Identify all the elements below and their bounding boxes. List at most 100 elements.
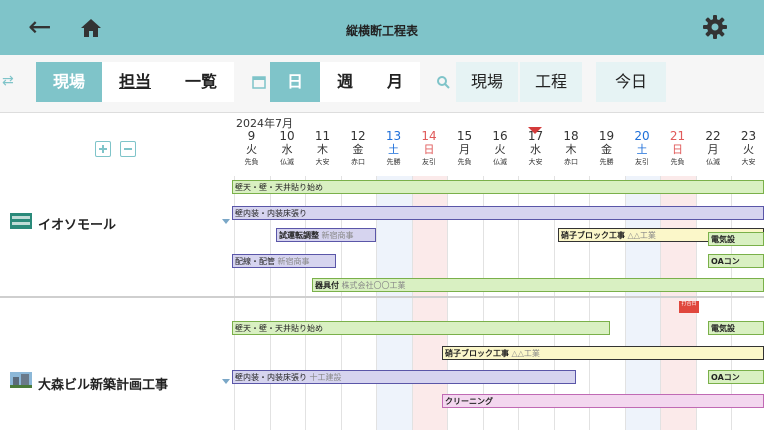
tab-period-week[interactable]: 週 (320, 62, 370, 102)
day-number: 9 (247, 129, 256, 143)
task-company: 新宿商事 (277, 257, 310, 266)
calendar-day[interactable]: 20 土友引 (631, 129, 654, 167)
task-title: 硝子ブロック工事 (561, 231, 625, 240)
button-label: 今日 (614, 72, 647, 91)
task-label: 壁天・壁・天井貼り始め (235, 324, 323, 333)
calendar-day[interactable]: 16 火仏滅 (489, 129, 512, 167)
day-number: 22 (705, 129, 721, 143)
task-bar[interactable]: 電気設 (708, 232, 764, 246)
task-title: 器具付 (315, 281, 339, 290)
task-title: 電気設 (711, 324, 735, 333)
calendar-day[interactable]: 12 金赤口 (347, 129, 370, 167)
task-bar[interactable]: クリーニング (442, 394, 764, 408)
day-number: 18 (563, 129, 579, 143)
day-weekday: 土 (636, 143, 648, 156)
project-divider (0, 296, 764, 298)
expand-collapse-controls (95, 141, 140, 161)
task-label: 壁内装・内装床張り (235, 373, 307, 382)
search-process-button[interactable]: 工程 (520, 62, 582, 102)
day-weekday: 月 (707, 143, 719, 156)
project-name: イオソモール (38, 218, 117, 233)
task-bar[interactable]: 配線・配管 新宿商事 (232, 254, 336, 268)
calendar-day[interactable]: 19 金先勝 (595, 129, 618, 167)
task-title: 電気設 (711, 235, 735, 244)
task-label: 壁天・壁・天井貼り始め (235, 183, 323, 192)
expand-all-icon[interactable] (95, 141, 111, 157)
schedule-grid: 壁天・壁・天井貼り始め 壁内装・内装床張り 試運転調整 新宿商事 硝子ブロック工… (232, 176, 764, 430)
day-weekday: 木 (317, 143, 328, 156)
toolbar: ⇄ 現場 担当 一覧 日 週 月 現場 工程 今日 (0, 55, 764, 113)
project-list: イオソモール 大森ビル新築計画工事 (0, 113, 232, 430)
day-rokuyo: 先勝 (386, 158, 401, 166)
tab-label: 一覧 (184, 72, 217, 91)
task-bar[interactable]: 硝子ブロック工事 △△工業 (442, 346, 764, 360)
task-title: OAコン (711, 373, 740, 382)
tab-label: 担当 (118, 72, 151, 91)
tab-group-person[interactable]: 担当 (102, 62, 168, 102)
today-button[interactable]: 今日 (596, 62, 666, 102)
calendar-day[interactable]: 21 日先負 (666, 129, 689, 167)
task-bar[interactable]: 壁内装・内装床張り 十工建設 (232, 370, 576, 384)
tab-group-site[interactable]: 現場 (36, 62, 102, 102)
day-weekday: 火 (743, 143, 754, 156)
task-company: 株式会社〇〇工業 (341, 281, 406, 290)
calendar-day[interactable]: 10 水仏滅 (276, 129, 299, 167)
task-label: 配線・配管 (235, 257, 275, 266)
day-number: 23 (740, 129, 757, 143)
day-rokuyo: 先負 (670, 158, 685, 166)
tab-period-day[interactable]: 日 (270, 62, 320, 102)
calendar-day[interactable]: 17 水大安 (524, 129, 547, 167)
day-number: 16 (492, 129, 508, 143)
calendar-icon (252, 76, 266, 89)
day-weekday: 日 (672, 143, 683, 156)
day-rokuyo: 先負 (457, 158, 472, 166)
task-bar[interactable]: 壁内装・内装床張り (232, 206, 764, 220)
button-label: 現場 (470, 72, 503, 91)
task-bar[interactable]: 試運転調整 新宿商事 (276, 228, 376, 242)
calendar-day[interactable]: 9 火先負 (240, 129, 263, 167)
calendar-day[interactable]: 23 火大安 (737, 129, 760, 167)
day-rokuyo: 大安 (528, 158, 543, 166)
day-number: 20 (634, 129, 650, 143)
tab-period-month[interactable]: 月 (370, 62, 420, 102)
calendar-day[interactable]: 14 日友引 (418, 129, 441, 167)
marker-label: 打合日 (681, 301, 697, 307)
chevron-down-icon[interactable] (222, 379, 230, 384)
day-rokuyo: 先勝 (599, 158, 614, 166)
tab-label: 月 (386, 72, 403, 91)
meeting-marker[interactable]: 打合日 (679, 301, 699, 313)
day-weekday: 木 (565, 143, 577, 156)
button-label: 工程 (534, 72, 567, 91)
day-number: 14 (421, 129, 437, 143)
chevron-down-icon[interactable] (222, 219, 230, 224)
calendar-day[interactable]: 11 木大安 (311, 129, 334, 167)
day-rokuyo: 先負 (244, 158, 259, 166)
project-logo-icon (10, 213, 32, 229)
building-photo-icon (10, 372, 32, 388)
task-bar[interactable]: OAコン (708, 254, 764, 268)
day-weekday: 日 (423, 143, 435, 156)
calendar-day[interactable]: 13 土先勝 (382, 129, 405, 167)
day-number: 15 (456, 129, 473, 143)
gear-icon[interactable] (702, 14, 728, 40)
task-bar[interactable]: 壁天・壁・天井貼り始め (232, 180, 764, 194)
page-title: 縦横断工程表 (345, 24, 418, 38)
task-title: 硝子ブロック工事 (445, 349, 509, 358)
calendar-day[interactable]: 15 月先負 (453, 129, 476, 167)
day-number: 21 (669, 129, 686, 143)
search-site-button[interactable]: 現場 (456, 62, 518, 102)
task-bar[interactable]: 器具付 株式会社〇〇工業 (312, 278, 764, 292)
task-title: OAコン (711, 257, 740, 266)
task-bar[interactable]: OAコン (708, 370, 764, 384)
collapse-all-icon[interactable] (120, 141, 137, 157)
search-icon[interactable] (436, 75, 450, 89)
swap-icon[interactable]: ⇄ (2, 73, 14, 89)
task-bar[interactable]: 壁天・壁・天井貼り始め (232, 321, 610, 335)
day-number: 12 (350, 129, 366, 143)
day-weekday: 水 (530, 143, 541, 156)
task-bar[interactable]: 電気設 (708, 321, 764, 335)
calendar-day[interactable]: 22 月仏滅 (702, 129, 725, 167)
day-rokuyo: 友引 (422, 158, 436, 166)
tab-group-list[interactable]: 一覧 (168, 62, 234, 102)
calendar-day[interactable]: 18 木赤口 (560, 129, 583, 167)
